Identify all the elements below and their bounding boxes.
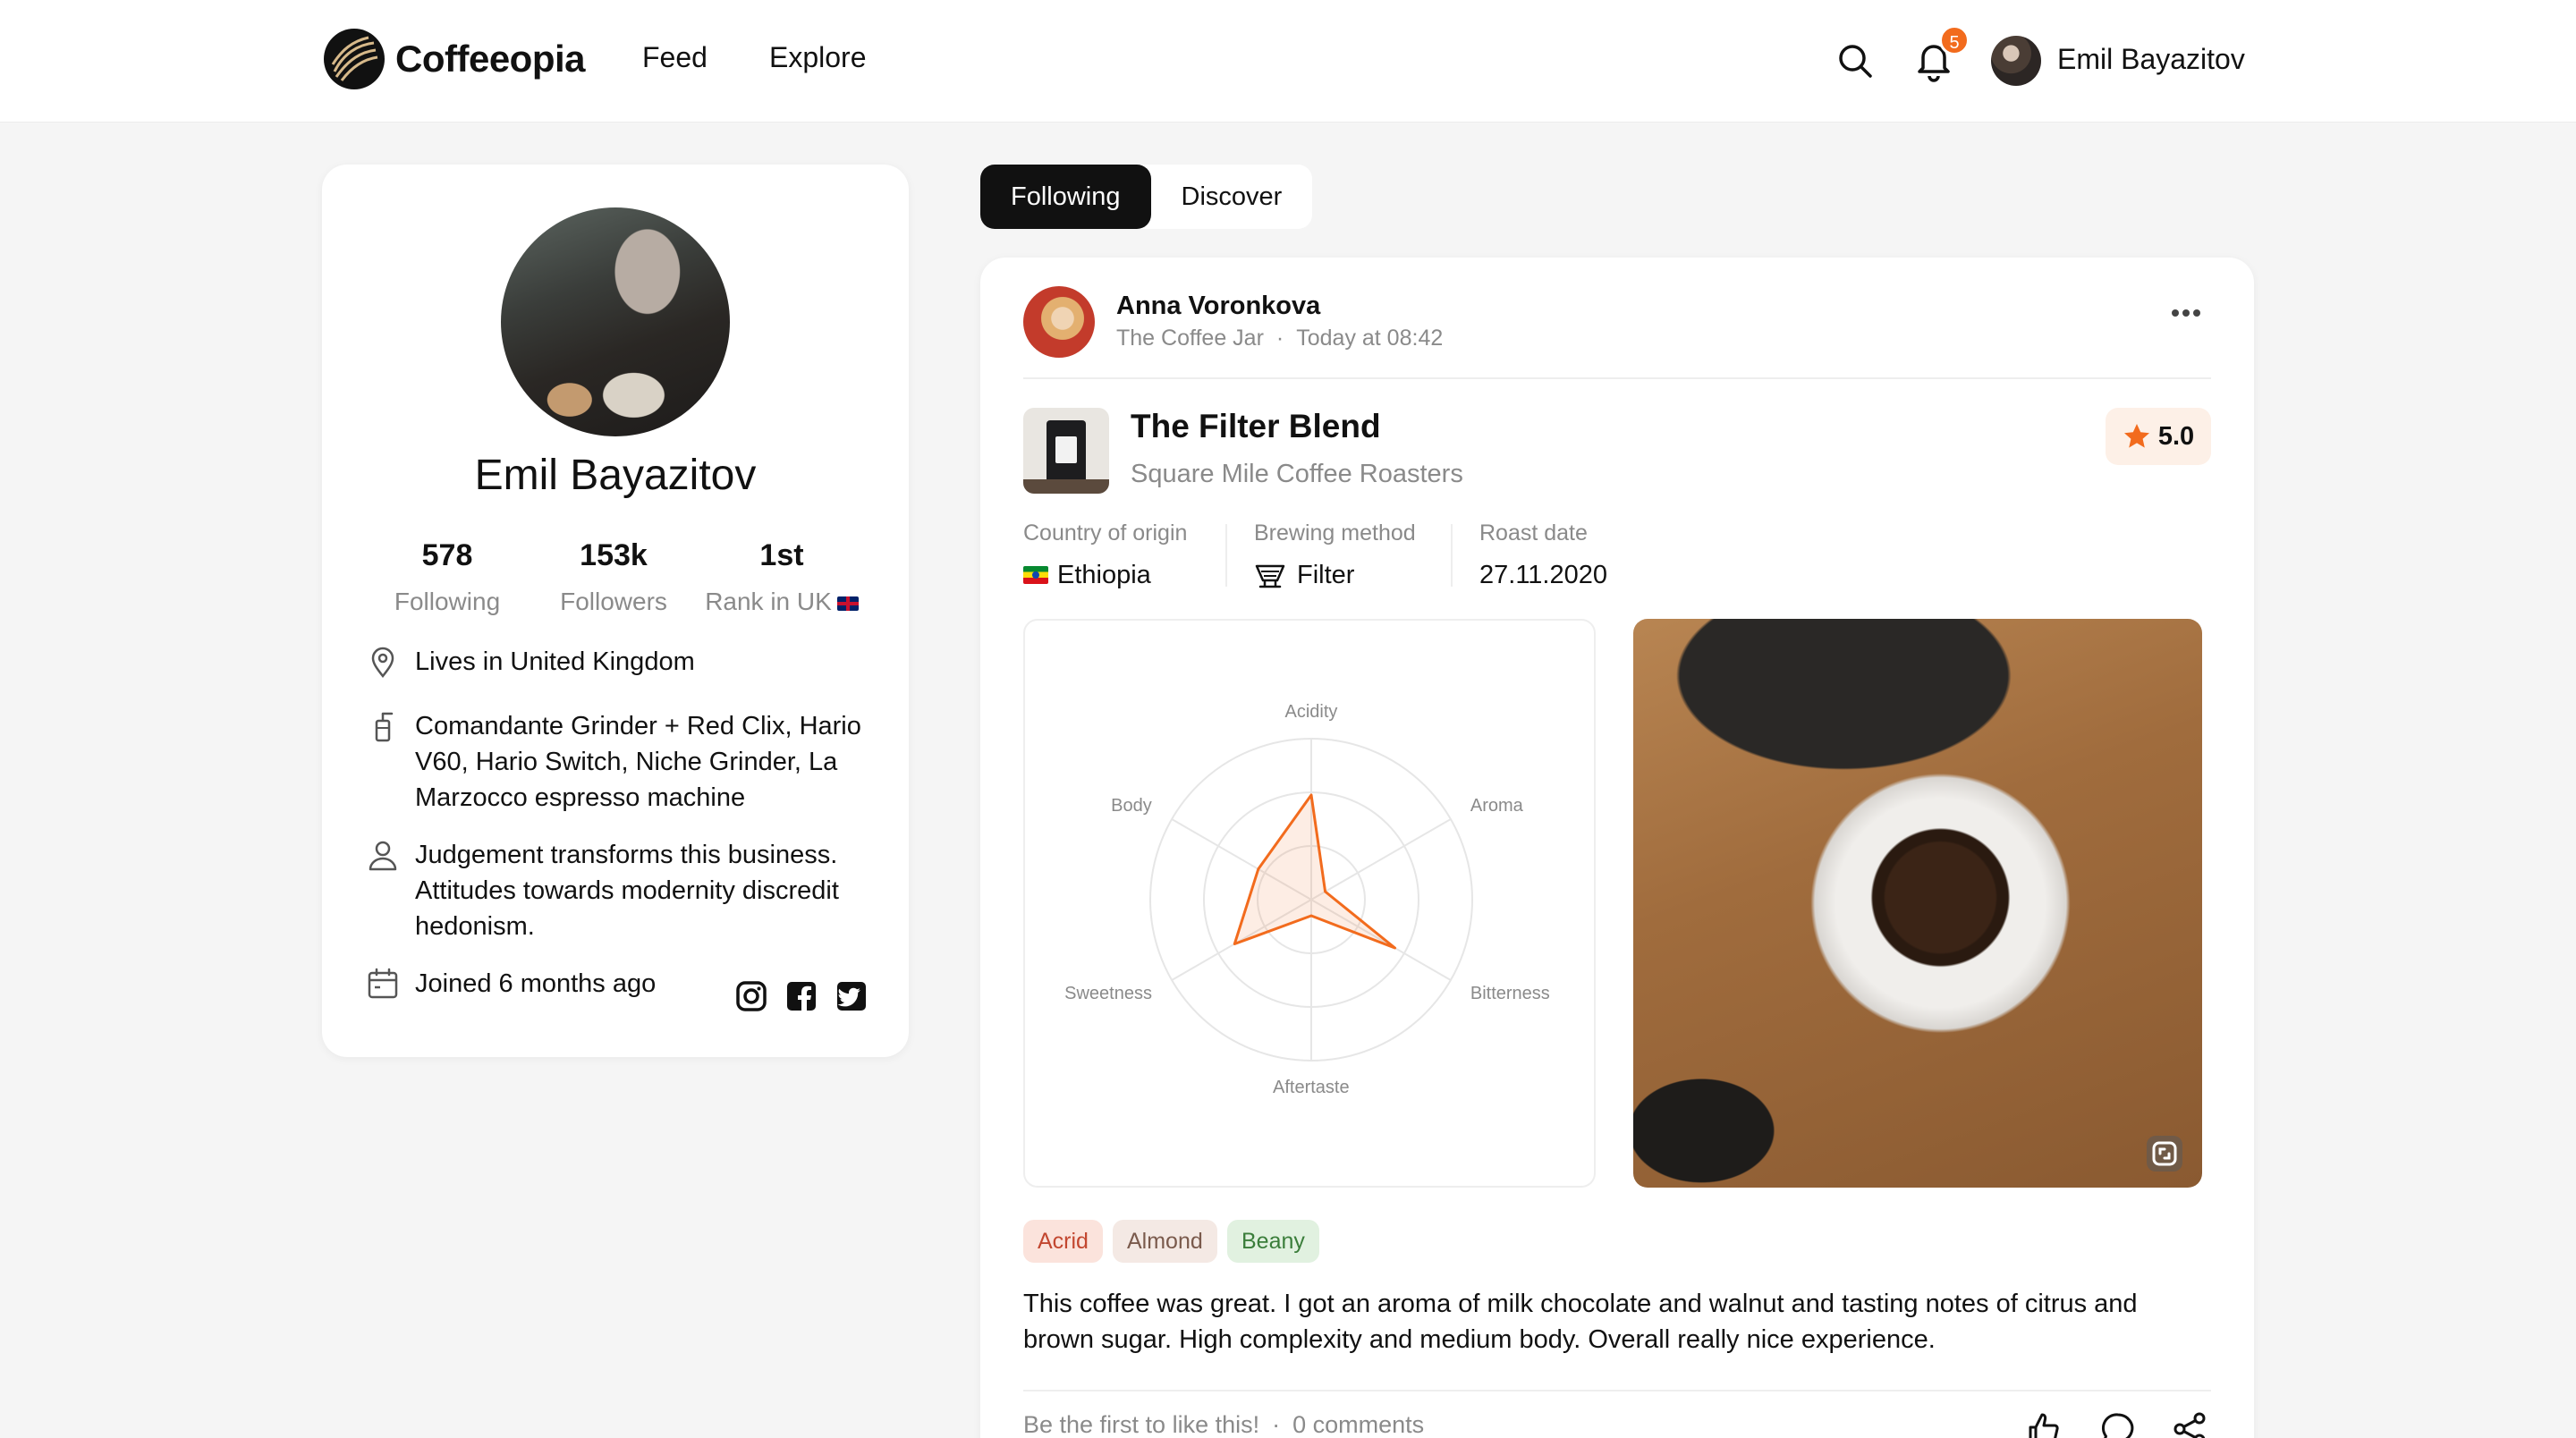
attr-separator [1225,524,1227,587]
stat-label: Following [394,588,501,615]
twitter-icon[interactable] [835,980,868,1012]
nav-feed[interactable]: Feed [642,41,708,74]
stat-followers[interactable]: 153k Followers [524,538,703,616]
radar-axis-label: Acidity [1284,701,1338,722]
poster-avatar[interactable] [1023,286,1095,358]
comment-icon[interactable] [2100,1411,2136,1438]
attr-country: Country of origin Ethiopia [1023,520,1187,591]
app-logo[interactable]: Coffeeopia [322,27,586,91]
location-text: Lives in United Kingdom [415,647,695,676]
flavor-tag[interactable]: Acrid [1023,1220,1103,1263]
attr-label: Roast date [1479,520,1588,546]
top-header: Coffeeopia Feed Explore 5 Emil Bayazitov [0,0,2576,122]
star-icon [2123,424,2149,448]
radar-series-polygon [1233,793,1396,950]
bio-text: Judgement transforms this business. Atti… [415,841,839,941]
meta-separator: · [1275,326,1284,351]
radar-axis-label: Aroma [1470,795,1523,816]
user-avatar[interactable] [1991,36,2041,86]
poster-name[interactable]: Anna Voronkova [1116,292,1320,321]
likes-text[interactable]: Be the first to like this! [1023,1411,1259,1438]
attr-roast-date: Roast date 27.11.2020 [1479,520,1607,591]
nav-explore[interactable]: Explore [769,41,867,74]
radar-axis [1310,818,1452,901]
post-time: Today at 08:42 [1296,326,1444,351]
coffee-roaster[interactable]: Square Mile Coffee Roasters [1131,460,1463,489]
divider [1023,1390,2211,1391]
attr-separator [1451,524,1453,587]
bio-row: Judgement transforms this business. Atti… [365,837,884,944]
ethiopia-flag-icon [1023,566,1048,584]
feed-tabs: Following Discover [980,165,1313,229]
radar-axis-label: Aftertaste [1273,1077,1350,1097]
expand-image-icon[interactable] [2145,1134,2184,1173]
attr-value: Ethiopia [1057,560,1151,589]
location-row: Lives in United Kingdom [365,644,884,680]
flavor-tag[interactable]: Almond [1113,1220,1217,1263]
post-meta: The Coffee Jar · Today at 08:42 [1116,326,1443,351]
radar-axis-label: Sweetness [1064,983,1152,1003]
like-icon[interactable] [2025,1411,2061,1438]
stat-label: Followers [560,588,667,615]
divider [1023,377,2211,379]
user-icon [369,841,397,871]
post-card: Anna Voronkova The Coffee Jar · Today at 0… [980,258,2254,1438]
joined-text: Joined 6 months ago [415,969,657,998]
calendar-icon [368,968,398,999]
flavor-radar-chart: Acidity Aroma Bitterness Aftertaste Sweetnes… [1023,619,1596,1188]
stat-rank[interactable]: 1st Rank in UK [692,538,871,616]
attr-value: Filter [1297,560,1355,589]
tab-discover[interactable]: Discover [1151,165,1313,229]
coffee-name[interactable]: The Filter Blend [1131,408,1381,445]
attr-value: 27.11.2020 [1479,560,1607,589]
more-options-icon[interactable] [2170,308,2202,318]
stat-value: 578 [421,538,473,572]
stat-value: 1st [759,538,804,572]
uk-flag-icon [836,596,859,611]
flavor-tag[interactable]: Beany [1227,1220,1319,1263]
stat-label: Rank in UK [692,588,871,616]
profile-name: Emil Bayazitov [474,452,757,499]
filter-dripper-icon [1255,564,1285,588]
equipment-row: Comandante Grinder + Red Clix, Hario V60… [365,708,884,816]
rating-value: 5.0 [2157,421,2195,451]
attr-brewing: Brewing method Filter [1254,520,1416,591]
notification-badge: 5 [1939,25,1970,55]
radar-axis-label: Body [1111,795,1152,816]
location-pin-icon [371,647,394,679]
review-text: This coffee was great. I got an aroma of… [1023,1290,2138,1354]
coffee-photo[interactable] [1633,619,2202,1188]
meta-separator: · [1272,1411,1281,1438]
instagram-icon[interactable] [735,980,767,1012]
share-icon[interactable] [2172,1411,2207,1438]
facebook-icon[interactable] [785,980,818,1012]
post-engagement: Be the first to like this! · 0 comments [1023,1411,1424,1438]
stat-following[interactable]: 578 Following [358,538,537,616]
grinder-icon [375,712,394,742]
coffee-bag-image[interactable] [1023,408,1109,494]
app-name: Coffeeopia [395,38,586,80]
search-icon[interactable] [1835,41,1875,80]
profile-photo [501,207,730,436]
equipment-text: Comandante Grinder + Red Clix, Hario V60… [415,712,861,812]
post-place[interactable]: The Coffee Jar [1116,326,1264,351]
coffee-bean-logo-icon [324,29,385,89]
current-user-name[interactable]: Emil Bayazitov [2057,43,2245,76]
attr-label: Brewing method [1254,520,1416,546]
tab-following[interactable]: Following [980,165,1151,229]
radar-axis-label: Bitterness [1470,983,1550,1003]
attr-label: Country of origin [1023,520,1188,546]
profile-card: Emil Bayazitov 578 Following 153k Follow… [322,165,909,1057]
comments-text[interactable]: 0 comments [1292,1411,1424,1438]
rating-badge: 5.0 [2106,408,2211,465]
stat-value: 153k [580,538,648,572]
